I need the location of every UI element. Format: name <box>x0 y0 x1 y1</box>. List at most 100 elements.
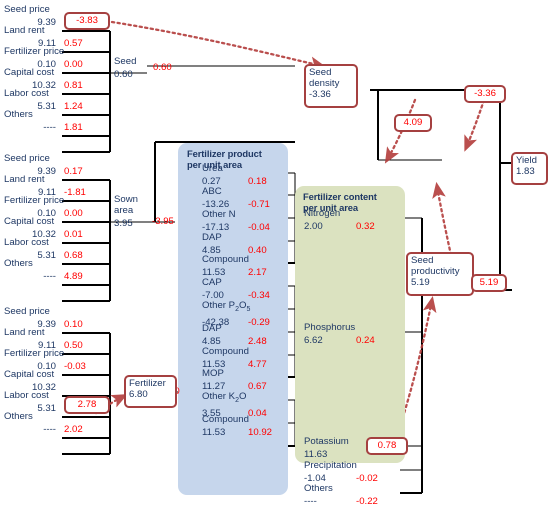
label: Seed price <box>4 306 50 317</box>
node-fertilizer-box[interactable]: Fertilizer 6.80 <box>124 375 177 408</box>
content-phosphorus: Phosphorus 6.62 0.24 <box>304 322 400 346</box>
label: Others <box>4 109 33 120</box>
input-capital-cost-3: Capital cost 10.32 <box>4 369 56 393</box>
product-dap-2: DAP 4.85 2.48 <box>202 323 292 347</box>
input-others-3: Others ---- 2.02 <box>4 411 110 435</box>
label: Seed price <box>4 4 50 15</box>
value: 4.09 <box>403 117 423 128</box>
path-diagram-canvas: Fertilizer product per unit area Fertili… <box>0 0 551 526</box>
label: Other N <box>202 209 236 220</box>
highlight-seed-density-to-productivity[interactable]: 4.09 <box>394 114 432 132</box>
highlight-seed-productivity-to-yield[interactable]: 5.19 <box>471 274 507 292</box>
value: 11.63 <box>304 449 328 460</box>
node-sown-area-value: 3.95 <box>114 218 133 229</box>
coefficient: 1.81 <box>64 122 83 133</box>
highlight-seed-price-coefficient[interactable]: -3.83 <box>64 12 110 30</box>
input-others-1: Others ---- 1.81 <box>4 109 110 133</box>
edge-label-seed-out: 0.60 <box>153 62 172 73</box>
input-fertilizer-price-1: Fertilizer price 0.10 0.00 <box>4 46 110 70</box>
input-land-rent-2: Land rent 9.11 -1.81 <box>4 174 110 198</box>
product-compound-3: Compound 11.53 10.92 <box>202 414 292 438</box>
label: Others <box>304 483 333 494</box>
value: 2.00 <box>304 221 323 232</box>
label: Others <box>4 258 33 269</box>
label: Capital cost <box>4 216 55 227</box>
input-fertilizer-price-2: Fertilizer price 0.10 0.00 <box>4 195 110 219</box>
input-labor-cost-2: Labor cost 5.31 0.68 <box>4 237 110 261</box>
highlight-potassium-coefficient[interactable]: 0.78 <box>366 437 408 455</box>
product-cap: CAP -7.00 -0.34 <box>202 277 292 301</box>
node-seed-productivity-box[interactable]: Seed productivity 5.19 <box>406 252 474 296</box>
input-labor-cost-1: Labor cost 5.31 1.24 <box>4 88 110 112</box>
coefficient: 0.32 <box>356 221 375 232</box>
value: 5.19 <box>479 277 499 288</box>
value: ---- <box>304 496 317 507</box>
coefficient: -0.22 <box>356 496 378 507</box>
label: ABC <box>202 186 222 197</box>
label: Precipitation <box>304 460 357 471</box>
value: 6.62 <box>304 335 323 346</box>
node-seed-productivity-value: 5.19 <box>411 277 430 289</box>
input-seed-price-3: Seed price 9.39 0.10 <box>4 306 110 330</box>
label: CAP <box>202 277 222 288</box>
value: ---- <box>43 424 56 435</box>
node-yield-label: Yield <box>516 155 537 166</box>
input-fertilizer-price-3: Fertilizer price 0.10 -0.03 <box>4 348 110 372</box>
coefficient: 10.92 <box>248 427 273 438</box>
label: Compound <box>202 254 249 265</box>
node-fertilizer-value: 6.80 <box>129 389 148 401</box>
highlight-capital-cost-coefficient[interactable]: 2.78 <box>64 396 110 414</box>
input-seed-price-2: Seed price 9.39 0.17 <box>4 153 110 177</box>
label: Fertilizer price <box>4 348 65 359</box>
edge-label-sown-area-out: -3.95 <box>152 216 174 227</box>
label: Phosphorus <box>304 322 356 333</box>
label: Labor cost <box>4 88 49 99</box>
coefficient: -0.03 <box>64 361 86 372</box>
node-sown-area: Sown area 3.95 <box>114 194 154 229</box>
label: Fertilizer price <box>4 46 65 57</box>
node-yield-value: 1.83 <box>516 166 535 178</box>
label: Capital cost <box>4 67 55 78</box>
value: 0.78 <box>377 440 397 451</box>
product-abc: ABC -13.26 -0.71 <box>202 186 292 210</box>
node-seed-value: 0.60 <box>114 69 133 80</box>
node-seed-productivity-label-1: Seed <box>411 255 434 266</box>
node-sown-area-label-2: area <box>114 205 134 216</box>
label: DAP <box>202 232 222 243</box>
coefficient: 4.89 <box>64 271 83 282</box>
label: Fertilizer price <box>4 195 65 206</box>
label: MOP <box>202 368 224 379</box>
highlight-seed-density-to-yield[interactable]: -3.36 <box>464 85 506 103</box>
fertilizer-product-panel-title: Fertilizer product per unit area <box>187 148 262 170</box>
label: Other P2O5 <box>202 300 251 313</box>
value: 11.53 <box>202 427 226 438</box>
input-capital-cost-1: Capital cost 10.32 0.81 <box>4 67 110 91</box>
content-potassium: Potassium 11.63 <box>304 436 356 460</box>
value: ---- <box>43 271 56 282</box>
node-fertilizer-label: Fertilizer <box>129 378 166 389</box>
input-capital-cost-2: Capital cost 10.32 0.01 <box>4 216 110 240</box>
node-seed-density-box[interactable]: Seed density -3.36 <box>304 64 358 108</box>
value: ---- <box>43 122 56 133</box>
value: 2.78 <box>77 399 97 410</box>
content-precipitation: Precipitation -1.04 -0.02 <box>304 460 400 484</box>
product-other-n: Other N -17.13 -0.04 <box>202 209 292 233</box>
value: -3.36 <box>474 88 496 99</box>
fertilizer-content-panel-title: Fertilizer content per unit area <box>303 191 377 213</box>
input-others-2: Others ---- 4.89 <box>4 258 110 282</box>
product-dap-1: DAP 4.85 0.40 <box>202 232 292 256</box>
node-seed-density-label-1: Seed <box>309 67 332 78</box>
label: Potassium <box>304 436 349 447</box>
product-compound-1: Compound 11.53 2.17 <box>202 254 292 278</box>
label: Compound <box>202 414 249 425</box>
label: Land rent <box>4 327 45 338</box>
label: Capital cost <box>4 369 55 380</box>
label: Other K2O <box>202 391 247 404</box>
input-seed-price-1: Seed price 9.39 <box>4 4 56 28</box>
coefficient: 2.02 <box>64 424 83 435</box>
node-yield-box[interactable]: Yield 1.83 <box>511 152 548 185</box>
label: Compound <box>202 346 249 357</box>
label: Labor cost <box>4 237 49 248</box>
label: Seed price <box>4 153 50 164</box>
product-mop: MOP 11.27 0.67 <box>202 368 292 392</box>
